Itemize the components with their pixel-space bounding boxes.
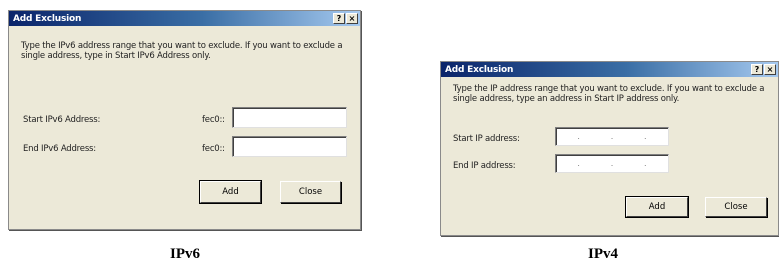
ipv4-end-label: End IP address: xyxy=(453,161,516,171)
ipv4-start-dot: . xyxy=(610,132,614,141)
ipv6-title-buttons: ? × xyxy=(333,13,358,24)
ipv4-end-dot: . xyxy=(577,159,580,168)
ipv4-dialog: Add Exclusion ? × Type the IP address ra… xyxy=(440,61,779,236)
ipv6-start-prefix: fec0:: xyxy=(202,115,225,125)
ipv4-help-button[interactable]: ? xyxy=(751,64,763,75)
ipv6-help-button[interactable]: ? xyxy=(333,13,345,24)
ipv6-start-input[interactable] xyxy=(232,107,347,128)
ipv4-caption: IPv4 xyxy=(588,246,618,262)
ipv6-end-prefix: fec0:: xyxy=(202,144,225,154)
ipv6-dialog-title: Add Exclusion xyxy=(13,13,82,24)
ipv4-start-label: Start IP address: xyxy=(453,134,520,144)
ipv4-start-dot: . xyxy=(644,132,647,141)
ipv6-close-button[interactable]: Close xyxy=(280,181,341,203)
ipv6-add-button[interactable]: Add xyxy=(199,180,262,204)
ipv6-start-label: Start IPv6 Address: xyxy=(23,115,101,125)
ipv4-close-button[interactable]: Close xyxy=(705,197,767,217)
ipv4-end-dot: . xyxy=(644,159,647,168)
ipv4-end-dot: . xyxy=(610,159,614,168)
ipv4-end-input[interactable]: . . . xyxy=(555,154,669,173)
ipv4-description: Type the IP address range that you want … xyxy=(453,84,765,104)
ipv6-end-input[interactable] xyxy=(232,136,347,157)
ipv6-titlebar[interactable]: Add Exclusion ? × xyxy=(9,11,360,26)
ipv6-description: Type the IPv6 address range that you wan… xyxy=(21,41,343,61)
ipv4-dialog-title: Add Exclusion xyxy=(445,64,514,75)
ipv4-close-icon[interactable]: × xyxy=(764,64,776,75)
ipv4-title-buttons: ? × xyxy=(751,64,776,75)
ipv6-dialog: Add Exclusion ? × Type the IPv6 address … xyxy=(8,10,361,230)
ipv4-start-input[interactable]: . . . xyxy=(555,127,669,146)
ipv4-add-button[interactable]: Add xyxy=(625,196,689,218)
ipv4-titlebar[interactable]: Add Exclusion ? × xyxy=(441,62,778,77)
ipv6-end-label: End IPv6 Address: xyxy=(23,144,96,154)
ipv6-caption: IPv6 xyxy=(170,246,200,262)
ipv6-close-icon[interactable]: × xyxy=(346,13,358,24)
ipv4-start-dot: . xyxy=(577,132,580,141)
